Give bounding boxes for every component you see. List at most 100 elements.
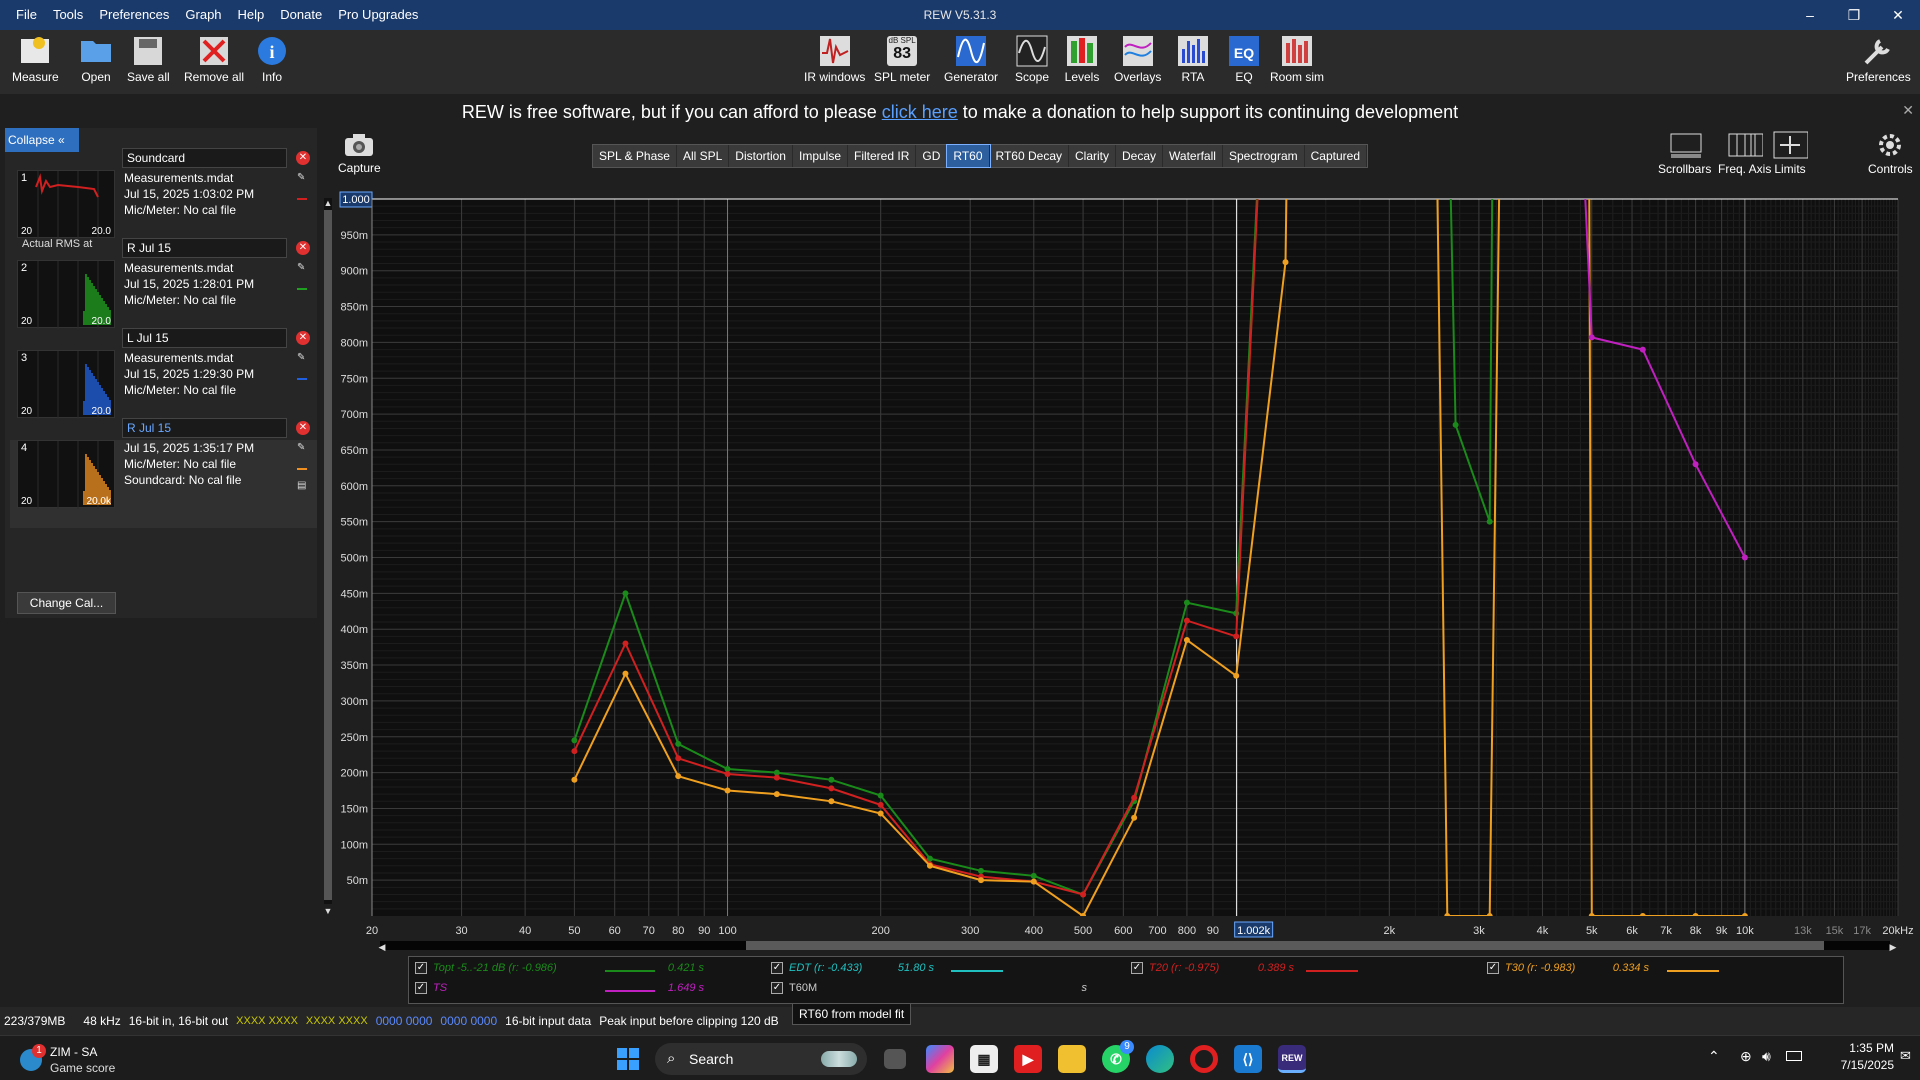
whatsapp-badge: 9	[1120, 1040, 1134, 1054]
copilot-icon[interactable]	[926, 1045, 954, 1073]
scroll-left-icon[interactable]: ◀	[379, 942, 386, 952]
store-icon[interactable]: ▦	[970, 1045, 998, 1073]
legend-item[interactable]: ✓ T60M	[771, 982, 817, 994]
data-point	[1233, 672, 1240, 679]
data-point	[1588, 913, 1595, 916]
legend-label: Topt -5..-21 dB (r: -0.986)	[433, 962, 557, 974]
data-point	[1639, 913, 1646, 916]
y-tick-label: 350m	[340, 660, 368, 672]
legend-value: s	[1081, 982, 1088, 994]
taskbar-time[interactable]: 1:35 PM	[1830, 1041, 1894, 1055]
x-tick-label: 40	[519, 925, 531, 937]
legend-item[interactable]: ✓ T30 (r: -0.983)	[1487, 962, 1575, 974]
legend-checkbox[interactable]: ✓	[1131, 962, 1143, 974]
x-tick-label: 8k	[1690, 925, 1702, 937]
status-rate: 48 kHz	[83, 1014, 121, 1028]
legend-item[interactable]: ✓ TS	[415, 982, 447, 994]
x-tick-label: 30	[455, 925, 467, 937]
data-point	[1030, 878, 1037, 885]
data-point	[571, 748, 578, 755]
scroll-down-icon[interactable]: ▼	[324, 906, 333, 916]
tray-chevron-icon[interactable]: ⌃	[1708, 1048, 1720, 1065]
start-icon[interactable]	[614, 1045, 642, 1073]
status-z2: 0000 0000	[440, 1014, 498, 1028]
legend-checkbox[interactable]: ✓	[1487, 962, 1499, 974]
data-point	[1080, 891, 1087, 898]
task-view-icon[interactable]	[884, 1049, 906, 1069]
tray-language-icon[interactable]: ⊕	[1740, 1048, 1752, 1065]
file-explorer-icon[interactable]	[1058, 1045, 1086, 1073]
legend-label: TS	[433, 982, 448, 994]
legend-label: T20 (r: -0.975)	[1149, 962, 1220, 974]
data-point	[1452, 421, 1459, 428]
data-point	[675, 740, 682, 747]
data-point	[828, 776, 835, 783]
vertical-scroll-thumb[interactable]	[324, 210, 332, 900]
legend-item[interactable]: ✓ Topt -5..-21 dB (r: -0.986)	[415, 962, 557, 974]
data-point	[724, 787, 731, 794]
data-point	[1183, 636, 1190, 643]
tray-volume-icon[interactable]: 🔊︎	[1762, 1048, 1771, 1065]
taskbar-search[interactable]: ⌕ Search	[655, 1043, 867, 1075]
y-tick-label: 800m	[340, 337, 368, 349]
data-point	[828, 785, 835, 792]
widget-badge: 1	[32, 1044, 46, 1058]
widget-subtitle: Game score	[50, 1061, 116, 1075]
x-tick-label: 300	[961, 925, 979, 937]
x-tick-label: 3k	[1473, 925, 1485, 937]
scroll-right-icon[interactable]: ▶	[1890, 942, 1897, 952]
vscode-icon[interactable]: ⟨⟩	[1234, 1045, 1262, 1073]
data-point	[1692, 461, 1699, 468]
x-tick-label: 2k	[1384, 925, 1396, 937]
opera-icon[interactable]	[1190, 1045, 1218, 1073]
status-xx2: XXXX XXXX	[305, 1015, 368, 1027]
tooltip: RT60 from model fit	[792, 1003, 912, 1025]
scroll-up-icon[interactable]: ▲	[324, 198, 333, 208]
search-icon: ⌕	[667, 1050, 676, 1067]
x-tick-label: 100	[718, 925, 736, 937]
data-point	[1183, 599, 1190, 606]
legend-value: 51.80 s	[897, 962, 934, 974]
status-xx1: XXXX XXXX	[236, 1015, 298, 1027]
data-point	[877, 792, 884, 799]
widget-title: ZIM - SA	[50, 1045, 98, 1059]
data-point	[877, 810, 884, 817]
tray-battery-icon[interactable]	[1786, 1051, 1802, 1061]
legend-checkbox[interactable]: ✓	[415, 982, 427, 994]
status-input: 16-bit input data	[505, 1014, 592, 1028]
x-tick-label: 700	[1148, 925, 1166, 937]
y-tick-label: 450m	[340, 588, 368, 600]
data-point	[1183, 617, 1190, 624]
legend-item[interactable]: ✓ T20 (r: -0.975)	[1131, 962, 1219, 974]
rew-icon[interactable]: REW	[1278, 1045, 1306, 1073]
x-tick-label: 60	[609, 925, 621, 937]
edge-icon[interactable]	[1146, 1045, 1174, 1073]
x-tick-label: 90	[1207, 925, 1219, 937]
y-tick-label: 700m	[340, 409, 368, 421]
data-point	[1233, 633, 1240, 640]
data-point	[1080, 913, 1087, 916]
data-point	[773, 774, 780, 781]
data-point	[1131, 794, 1138, 801]
y-tick-label: 400m	[340, 624, 368, 636]
y-tick-label: 850m	[340, 302, 368, 314]
x-tick-label: 9k	[1716, 925, 1728, 937]
x-tick-label: 70	[643, 925, 655, 937]
rt60-chart[interactable]: 950m 900m 850m 800m 750m 700m 650m 600m 550m 500m…	[0, 0, 1920, 960]
legend-checkbox[interactable]: ✓	[771, 982, 783, 994]
notification-icon[interactable]: ✉	[1900, 1048, 1911, 1064]
taskbar-date[interactable]: 7/15/2025	[1826, 1058, 1894, 1072]
legend-item[interactable]: ✓ EDT (r: -0.433)	[771, 962, 862, 974]
search-label: Search	[689, 1051, 734, 1067]
legend-panel: ✓ Topt -5..-21 dB (r: -0.986) 0.421 s ✓ EDT …	[408, 956, 1844, 1004]
weather-widget[interactable]: 1 ZIM - SA Game score	[18, 1041, 128, 1077]
legend-checkbox[interactable]: ✓	[415, 962, 427, 974]
youtube-icon[interactable]: ▶	[1014, 1045, 1042, 1073]
data-point	[622, 670, 629, 677]
data-point	[1131, 814, 1138, 821]
data-point	[1692, 913, 1699, 916]
legend-checkbox[interactable]: ✓	[771, 962, 783, 974]
status-bits: 16-bit in, 16-bit out	[128, 1014, 229, 1028]
horizontal-scroll-thumb[interactable]	[746, 941, 1824, 950]
x-tick-label: 400	[1025, 925, 1043, 937]
